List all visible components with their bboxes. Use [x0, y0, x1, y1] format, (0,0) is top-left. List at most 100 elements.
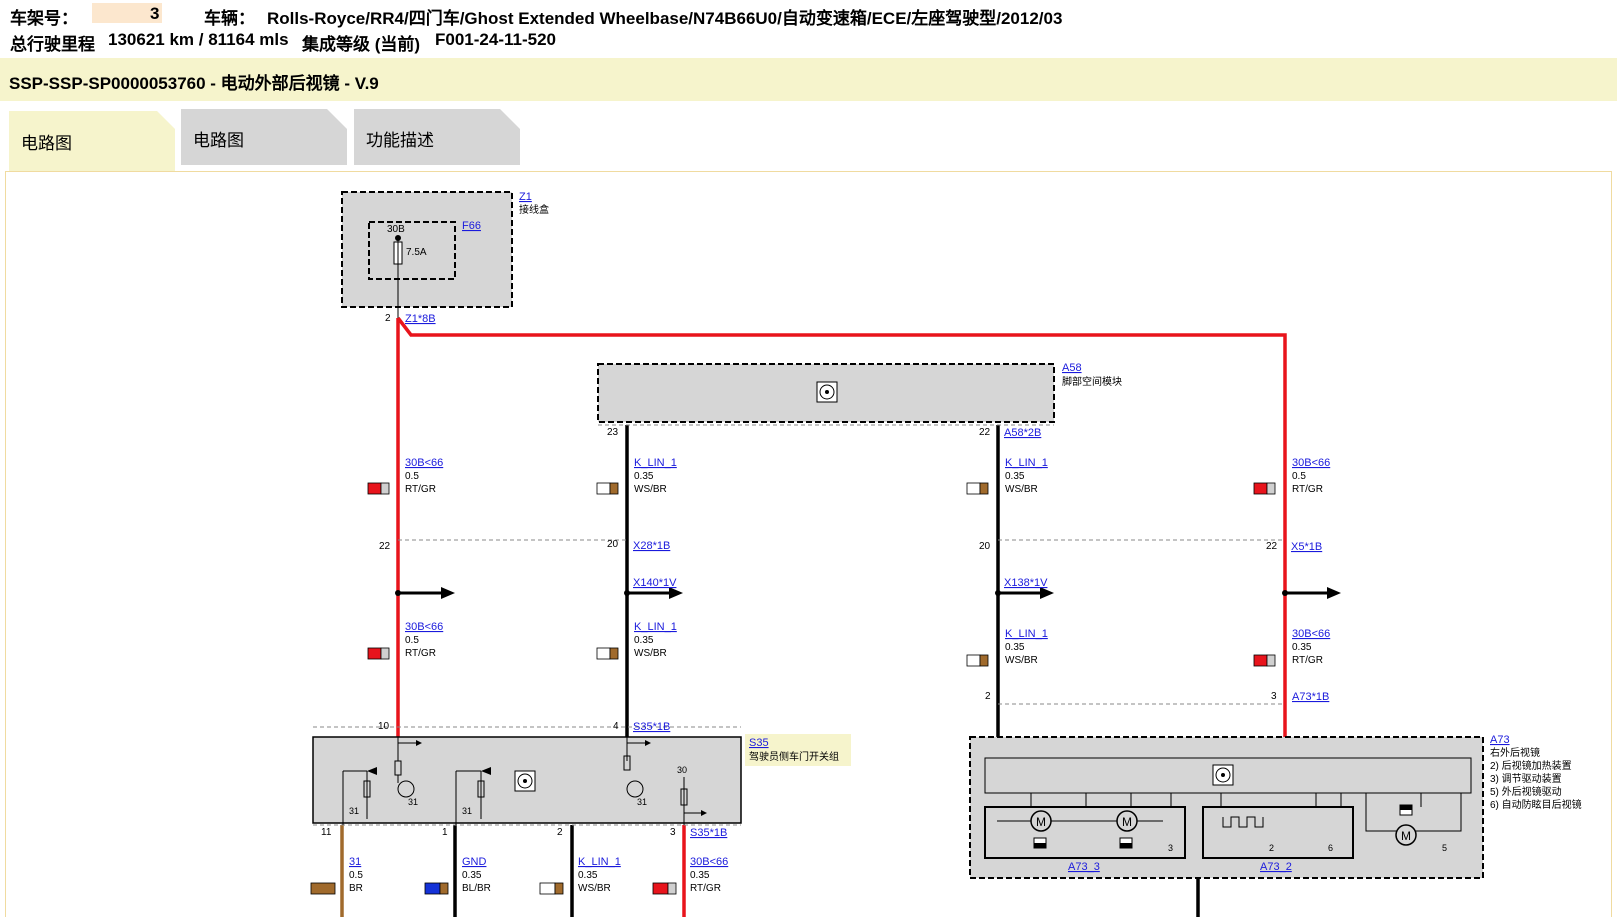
- svg-text:11: 11: [321, 827, 332, 838]
- x138-connector-link[interactable]: X138*1V: [1004, 577, 1048, 589]
- svg-text:31[interactable]: 31: [349, 856, 361, 868]
- svg-text:RT/GR: RT/GR: [405, 484, 436, 495]
- svg-text:0.35: 0.35: [1005, 642, 1025, 653]
- svg-text:WS/BR: WS/BR: [578, 883, 611, 894]
- x28-pin-a: 22: [379, 541, 391, 552]
- svg-text:K_LIN_1[interactable]: K_LIN_1: [578, 856, 621, 868]
- svg-text:右外后视镜: 右外后视镜: [1490, 746, 1540, 759]
- svg-text:0.35: 0.35: [1292, 642, 1312, 653]
- svg-text:31: 31: [637, 797, 647, 807]
- svg-text:RT/GR: RT/GR: [1292, 655, 1323, 666]
- svg-text:3: 3: [1271, 691, 1277, 702]
- a58-description: 脚部空间模块: [1062, 375, 1122, 388]
- branch-arrows: X140*1V X138*1V: [395, 577, 1341, 599]
- s35-link[interactable]: S35: [749, 737, 769, 749]
- svg-text:0.35: 0.35: [634, 471, 654, 482]
- a58-pin-right: 22: [979, 427, 991, 438]
- svg-text:BR: BR: [349, 883, 363, 894]
- svg-text:K_LIN_1[interactable]: K_LIN_1: [634, 457, 677, 469]
- svg-text:WS/BR: WS/BR: [634, 484, 667, 495]
- z1-pin: 2: [385, 313, 391, 324]
- svg-text:WS/BR: WS/BR: [1005, 484, 1038, 495]
- svg-text:0.5: 0.5: [349, 870, 363, 881]
- svg-text:0.35: 0.35: [690, 870, 710, 881]
- svg-text:WS/BR: WS/BR: [634, 648, 667, 659]
- z1-link[interactable]: Z1: [519, 191, 532, 203]
- tab-label: 电路图: [21, 134, 72, 153]
- svg-text:6) 自动防眩目后视镜: 6) 自动防眩目后视镜: [1490, 798, 1582, 811]
- svg-text:5: 5: [1442, 843, 1447, 853]
- svg-text:RT/GR: RT/GR: [1292, 484, 1323, 495]
- wire-label-30b-lower-right: 30B<66 0.35 RT/GR: [1253, 628, 1330, 667]
- svg-text:K_LIN_1[interactable]: K_LIN_1: [1005, 457, 1048, 469]
- vehicle-header: 车架号： 3 车辆： Rolls-Royce/RR4/四门车/Ghost Ext…: [0, 0, 1617, 56]
- s35-bottom-connector-link[interactable]: S35*1B: [690, 827, 727, 839]
- a58-pin-left: 23: [607, 427, 619, 438]
- mileage-value: 130621 km / 81164 mls: [108, 30, 289, 49]
- mileage-label: 总行驶里程: [10, 35, 95, 54]
- wire-label-30b-bottom: 30B<66 0.35 RT/GR: [652, 856, 728, 895]
- svg-text:RT/GR: RT/GR: [405, 648, 436, 659]
- svg-text:GND[interactable]: GND: [462, 856, 487, 868]
- wire-label-30b-lower-left: 30B<66 0.5 RT/GR: [367, 621, 443, 660]
- a58-connector-link[interactable]: A58*2B: [1004, 427, 1041, 439]
- svg-text:30B<66[interactable]: 30B<66: [405, 621, 443, 633]
- svg-text:0.35: 0.35: [634, 635, 654, 646]
- svg-text:30B<66[interactable]: 30B<66: [690, 856, 728, 868]
- svg-text:2: 2: [985, 691, 991, 702]
- x5-connector-link[interactable]: X5*1B: [1291, 541, 1322, 553]
- svg-text:31: 31: [462, 806, 472, 816]
- svg-text:30: 30: [677, 765, 687, 775]
- s35-door-switch-cluster: 10 4 S35*1B S35 驾驶员侧车门开关组 31 31 31 31 30…: [312, 721, 851, 839]
- s35-description: 驾驶员侧车门开关组: [749, 750, 839, 763]
- svg-text:6: 6: [1328, 843, 1333, 853]
- vin-value: 3: [150, 4, 160, 23]
- s35-top-connector-link[interactable]: S35*1B: [633, 721, 670, 733]
- svg-text:30B<66[interactable]: 30B<66: [1292, 457, 1330, 469]
- a73-connector-link[interactable]: A73*1B: [1292, 691, 1329, 703]
- tab-wiring-diagram-2[interactable]: 电路图: [181, 109, 347, 169]
- z1-junction-box: 30B 7.5A F66 Z1 接线盒 2 Z1*8B: [341, 191, 549, 325]
- fuse-rating-label: 7.5A: [406, 247, 427, 258]
- z1-connector-link[interactable]: Z1*8B: [405, 313, 436, 325]
- a73-link[interactable]: A73: [1490, 734, 1510, 746]
- x5-pin-a: 20: [979, 541, 991, 552]
- svg-text:3) 调节驱动装置: 3) 调节驱动装置: [1490, 772, 1562, 785]
- tab-wiring-diagram-1[interactable]: 电路图: [9, 111, 175, 171]
- svg-text:K_LIN_1[interactable]: K_LIN_1: [1005, 628, 1048, 640]
- document-title: SSP-SSP-SP0000053760 - 电动外部后视镜 - V.9: [9, 74, 379, 93]
- wire-label-30b-upper-right: 30B<66 0.5 RT/GR: [1253, 457, 1330, 495]
- wire-label-30b-upper-left: 30B<66 0.5 RT/GR: [367, 457, 443, 495]
- fuse-f66-link[interactable]: F66: [462, 220, 481, 232]
- x140-connector-link[interactable]: X140*1V: [633, 577, 677, 589]
- svg-text:10: 10: [378, 721, 390, 732]
- svg-text:1: 1: [442, 827, 448, 838]
- svg-text:3: 3: [1168, 843, 1173, 853]
- svg-text:2) 后视镜加热装置: 2) 后视镜加热装置: [1490, 759, 1572, 772]
- svg-text:0.5: 0.5: [405, 471, 419, 482]
- connector-row: 22 20 X28*1B 20 22 X5*1B: [379, 539, 1322, 553]
- tab-label: 功能描述: [366, 131, 434, 150]
- svg-text:K_LIN_1[interactable]: K_LIN_1: [634, 621, 677, 633]
- wire-label-klin-lower-right: K_LIN_1 0.35 WS/BR: [966, 628, 1048, 667]
- wire-label-klin-upper-left: K_LIN_1 0.35 WS/BR: [596, 457, 677, 495]
- integration-value: F001-24-11-520: [435, 30, 556, 49]
- wire-label-klin-bottom: K_LIN_1 0.35 WS/BR: [539, 856, 621, 895]
- a73-2-link[interactable]: A73_2: [1260, 861, 1292, 873]
- svg-text:31: 31: [349, 806, 359, 816]
- a73-3-link[interactable]: A73_3: [1068, 861, 1100, 873]
- svg-text:30B<66[interactable]: 30B<66: [1292, 628, 1330, 640]
- diagram-panel: 30B 7.5A F66 Z1 接线盒 2 Z1*8B A58 脚部空间模块 2…: [5, 171, 1612, 917]
- wire-label-klin-lower-left: K_LIN_1 0.35 WS/BR: [596, 621, 677, 660]
- x28-connector-link[interactable]: X28*1B: [633, 540, 670, 552]
- circuit-diagram: 30B 7.5A F66 Z1 接线盒 2 Z1*8B A58 脚部空间模块 2…: [310, 191, 1582, 917]
- tab-function-description[interactable]: 功能描述: [354, 109, 520, 169]
- x28-pin-b: 20: [607, 539, 619, 550]
- a73-right-mirror: 2 3 A73*1B M M 3 2 6 M 5 A73_3 A73_2 A73…: [969, 691, 1582, 879]
- svg-text:2: 2: [557, 827, 563, 838]
- wire-label-31-ground: 31 0.5 BR: [310, 856, 363, 895]
- svg-text:30B<66[interactable]: 30B<66: [405, 457, 443, 469]
- svg-text:M: M: [1401, 829, 1411, 843]
- a58-link[interactable]: A58: [1062, 362, 1082, 374]
- wire-label-klin-upper-right: K_LIN_1 0.35 WS/BR: [966, 457, 1048, 495]
